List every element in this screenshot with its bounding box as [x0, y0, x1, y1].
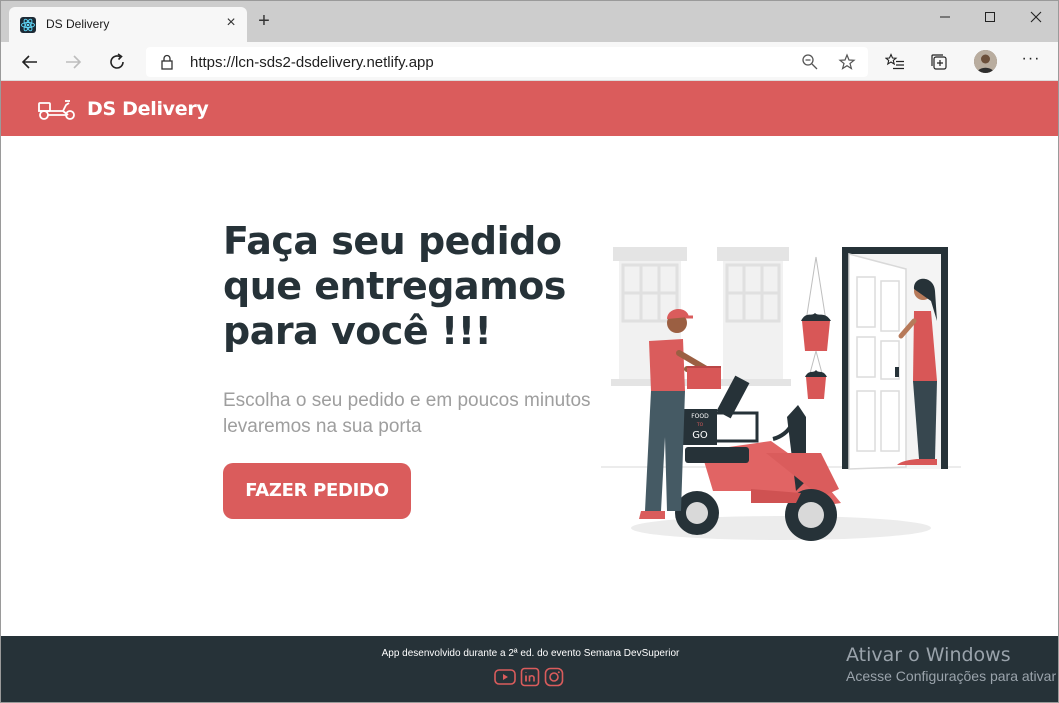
profile-avatar[interactable] [974, 50, 997, 73]
react-favicon-icon [20, 17, 36, 33]
order-button[interactable]: FAZER PEDIDO [223, 463, 411, 519]
tab-bar: DS Delivery × + [1, 1, 1058, 42]
maximize-icon[interactable] [977, 7, 1003, 27]
back-arrow-icon[interactable] [18, 50, 42, 74]
browser-tab[interactable]: DS Delivery × [9, 7, 247, 42]
hero-title-line: Faça seu pedido [223, 219, 562, 263]
browser-window: DS Delivery × + https://lcn-sds2-dsdeliv… [0, 0, 1059, 703]
more-menu-button[interactable]: ··· [1019, 50, 1043, 72]
refresh-icon[interactable] [105, 50, 129, 74]
url-text: https://lcn-sds2-dsdelivery.netlify.app [190, 54, 434, 71]
collections-icon[interactable] [929, 52, 949, 72]
hero-title: Faça seu pedido que entregamos para você… [223, 219, 623, 354]
favorite-star-icon[interactable] [838, 53, 856, 71]
new-tab-button[interactable]: + [255, 11, 273, 31]
tab-title: DS Delivery [46, 17, 110, 31]
forward-arrow-icon[interactable] [61, 50, 85, 74]
watermark-title: Ativar o Windows [846, 644, 1011, 666]
lock-icon[interactable] [160, 54, 174, 75]
motorcycle-logo-icon[interactable] [37, 97, 77, 126]
close-window-icon[interactable] [1023, 7, 1049, 27]
box-label-go: GO [692, 430, 708, 441]
box-label-food: FOOD [691, 413, 709, 420]
tab-close-icon[interactable]: × [223, 15, 239, 31]
box-label-to: TO [696, 422, 704, 428]
hero-title-line: para você !!! [223, 309, 492, 353]
delivery-illustration: FOOD TO GO [601, 241, 961, 551]
address-bar: https://lcn-sds2-dsdelivery.netlify.app … [1, 42, 1058, 81]
url-field[interactable]: https://lcn-sds2-dsdelivery.netlify.app [146, 47, 868, 77]
linkedin-icon[interactable] [520, 667, 540, 687]
watermark-subtitle: Acesse Configurações para ativar o Windo… [846, 668, 1058, 684]
hero-title-line: que entregamos [223, 264, 566, 308]
youtube-icon[interactable] [494, 667, 516, 687]
app-header: DS Delivery [1, 81, 1058, 136]
favorites-icon[interactable] [884, 52, 905, 72]
hero-subtitle: Escolha o seu pedido e em poucos minutos… [223, 390, 591, 437]
brand-name[interactable]: DS Delivery [87, 98, 209, 120]
minimize-icon[interactable] [932, 7, 958, 27]
zoom-icon[interactable] [801, 53, 819, 71]
web-page: DS Delivery Faça seu pedido que entregam… [1, 81, 1058, 702]
windows-activation-watermark: Ativar o Windows Acesse Configurações pa… [846, 644, 1058, 684]
instagram-icon[interactable] [544, 667, 564, 687]
